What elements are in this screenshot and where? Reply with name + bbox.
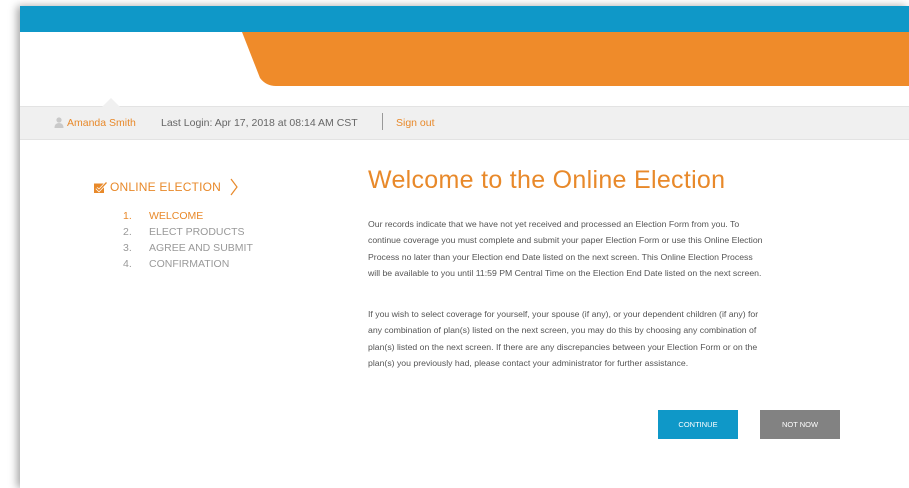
top-brand-bar	[20, 6, 909, 32]
step-item-elect-products: 2. ELECT PRODUCTS	[123, 226, 245, 238]
sign-out-link[interactable]: Sign out	[396, 117, 435, 129]
continue-button[interactable]: CONTINUE	[658, 410, 738, 439]
app-window: Amanda Smith Last Login: Apr 17, 2018 at…	[20, 6, 909, 488]
not-now-button[interactable]: NOT NOW	[760, 410, 840, 439]
page-title: Welcome to the Online Election	[368, 166, 726, 194]
orange-brand-banner	[242, 32, 909, 86]
step-item-agree-and-submit: 3. AGREE AND SUBMIT	[123, 242, 253, 254]
user-name: Amanda Smith	[67, 117, 136, 129]
user-bar-notch	[102, 98, 120, 107]
step-list: 1. WELCOME 2. ELECT PRODUCTS 3. AGREE AND S…	[123, 208, 253, 272]
checkbox-icon	[94, 181, 108, 193]
header-divider	[382, 113, 383, 130]
last-login-text: Last Login: Apr 17, 2018 at 08:14 AM CST	[161, 117, 358, 129]
user-info-bar: Amanda Smith Last Login: Apr 17, 2018 at…	[20, 98, 909, 140]
coverage-paragraph: If you wish to select coverage for yours…	[368, 309, 759, 369]
intro-paragraph: Our records indicate that we have not ye…	[368, 219, 763, 279]
step-item-confirmation: 4. CONFIRMATION	[123, 258, 230, 270]
step-item-welcome: 1. WELCOME	[123, 210, 204, 222]
sidebar-title: ONLINE ELECTION	[110, 180, 222, 194]
sidebar-header: ONLINE ELECTION	[93, 178, 238, 196]
person-icon	[54, 117, 64, 128]
chevron-right-icon	[230, 178, 238, 196]
